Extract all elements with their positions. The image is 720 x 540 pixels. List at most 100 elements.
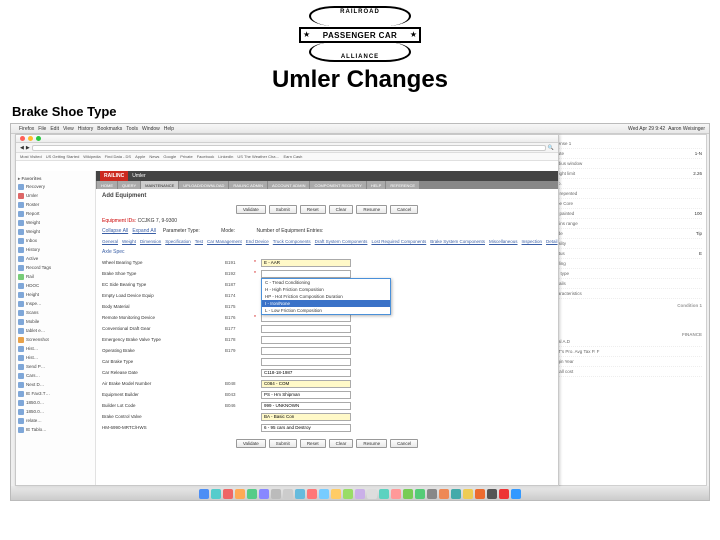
clear-button[interactable]: Clear <box>329 439 354 448</box>
dock-app-icon[interactable] <box>223 489 233 499</box>
bookmark-item[interactable]: Google <box>163 154 176 159</box>
sidebar-item[interactable]: tablet e… <box>18 326 93 335</box>
field-input[interactable] <box>261 325 351 333</box>
reset-button[interactable]: Reset <box>300 439 326 448</box>
field-input[interactable] <box>261 336 351 344</box>
app-tab[interactable]: HELP <box>367 181 385 189</box>
dock-app-icon[interactable] <box>487 489 497 499</box>
sidebar-item[interactable]: Rail <box>18 272 93 281</box>
dropdown-option[interactable]: H - High Friction Composition <box>262 286 390 293</box>
bookmark-item[interactable]: Earn Cash <box>284 154 303 159</box>
dropdown-option[interactable]: L - Low Friction Composition <box>262 307 390 314</box>
sidebar-item[interactable]: Roster <box>18 200 93 209</box>
dock-app-icon[interactable] <box>283 489 293 499</box>
bookmark-item[interactable]: Apple <box>135 154 145 159</box>
bookmark-item[interactable]: Find Data - DS <box>105 154 131 159</box>
forward-icon[interactable]: ▶ <box>26 145 30 151</box>
section-link[interactable]: Lost Required Components <box>371 239 426 244</box>
menu-item[interactable]: Edit <box>50 126 59 132</box>
field-input[interactable] <box>261 413 351 421</box>
sidebar-item[interactable]: Inspe… <box>18 299 93 308</box>
dock-app-icon[interactable] <box>439 489 449 499</box>
dock-app-icon[interactable] <box>235 489 245 499</box>
search-icon[interactable]: 🔍 <box>548 145 554 151</box>
sidebar-item[interactable]: Record Tags <box>18 263 93 272</box>
dock-app-icon[interactable] <box>355 489 365 499</box>
section-link[interactable]: Miscellaneous <box>489 239 518 244</box>
sidebar-item[interactable]: IE Fav3.T… <box>18 389 93 398</box>
field-input[interactable] <box>261 402 351 410</box>
sidebar-item[interactable]: Active <box>18 254 93 263</box>
sidebar-item[interactable]: Weight <box>18 227 93 236</box>
dock-app-icon[interactable] <box>403 489 413 499</box>
sidebar-item[interactable]: HDOC <box>18 281 93 290</box>
expand-all-link[interactable]: Expand All <box>132 228 156 234</box>
dock-app-icon[interactable] <box>271 489 281 499</box>
section-link[interactable]: Truck Components <box>273 239 311 244</box>
field-input[interactable] <box>261 314 351 322</box>
app-tab[interactable]: COMPONENT REGISTRY <box>310 181 365 189</box>
section-link[interactable]: General <box>102 239 118 244</box>
bookmark-item[interactable]: Facebook <box>197 154 215 159</box>
dock-app-icon[interactable] <box>367 489 377 499</box>
sidebar-item[interactable]: History <box>18 245 93 254</box>
dock-app-icon[interactable] <box>511 489 521 499</box>
back-icon[interactable]: ◀ <box>20 145 24 151</box>
section-link[interactable]: Brake System Components <box>430 239 485 244</box>
sidebar-item[interactable]: Next D… <box>18 380 93 389</box>
section-link[interactable]: Draft System Components <box>315 239 368 244</box>
dock-app-icon[interactable] <box>247 489 257 499</box>
app-tab[interactable]: HOME <box>97 181 117 189</box>
app-tab[interactable]: MAINTENANCE <box>141 181 178 189</box>
bookmark-item[interactable]: US The Weather Cha… <box>237 154 279 159</box>
bookmark-item[interactable]: Most Visited <box>20 154 42 159</box>
section-link[interactable]: Dimension <box>140 239 161 244</box>
section-link[interactable]: Detail <box>546 239 558 244</box>
field-input[interactable] <box>261 358 351 366</box>
section-link[interactable]: Weight <box>122 239 136 244</box>
app-tab[interactable]: QUERY <box>118 181 140 189</box>
sidebar-item[interactable]: Scans <box>18 308 93 317</box>
field-input[interactable] <box>261 369 351 377</box>
menu-item[interactable]: Help <box>164 126 174 132</box>
app-tab[interactable]: REFERENCE <box>386 181 419 189</box>
field-input[interactable] <box>261 391 351 399</box>
section-link[interactable]: End Device <box>246 239 269 244</box>
dock-app-icon[interactable] <box>451 489 461 499</box>
bookmark-item[interactable]: Wikipedia <box>83 154 100 159</box>
sidebar-group[interactable]: ▸ Favorites <box>18 173 93 182</box>
sidebar-item[interactable]: Mobile <box>18 317 93 326</box>
maximize-icon[interactable] <box>36 136 41 141</box>
field-input[interactable] <box>261 270 351 278</box>
field-input[interactable] <box>261 424 351 432</box>
menu-item[interactable]: Firefox <box>19 126 34 132</box>
dock-app-icon[interactable] <box>463 489 473 499</box>
dock-app-icon[interactable] <box>475 489 485 499</box>
sidebar-item[interactable]: IE Tablo… <box>18 425 93 434</box>
submit-button[interactable]: Submit <box>269 439 297 448</box>
dock-app-icon[interactable] <box>199 489 209 499</box>
menu-item[interactable]: View <box>63 126 74 132</box>
dropdown-option[interactable]: C - Tread Conditioning <box>262 279 390 286</box>
bookmark-item[interactable]: US Getting Started <box>46 154 80 159</box>
menu-item[interactable]: History <box>78 126 94 132</box>
sidebar-item[interactable]: 1850.0… <box>18 398 93 407</box>
cancel-button[interactable]: Cancel <box>390 205 418 214</box>
menu-item[interactable]: File <box>38 126 46 132</box>
dock-app-icon[interactable] <box>331 489 341 499</box>
menu-item[interactable]: Tools <box>126 126 138 132</box>
dock-app-icon[interactable] <box>295 489 305 499</box>
clear-button[interactable]: Clear <box>329 205 354 214</box>
dock-app-icon[interactable] <box>379 489 389 499</box>
sidebar-item[interactable]: Hist… <box>18 344 93 353</box>
collapse-all-link[interactable]: Collapse All <box>102 228 128 234</box>
dock-app-icon[interactable] <box>415 489 425 499</box>
sidebar-item[interactable]: Weight <box>18 218 93 227</box>
section-link[interactable]: Test <box>195 239 203 244</box>
validate-button[interactable]: Validate <box>236 439 266 448</box>
validate-button[interactable]: Validate <box>236 205 266 214</box>
dock-app-icon[interactable] <box>391 489 401 499</box>
sidebar-item[interactable]: Screenshot <box>18 335 93 344</box>
bookmark-item[interactable]: News <box>149 154 159 159</box>
submit-button[interactable]: Submit <box>269 205 297 214</box>
